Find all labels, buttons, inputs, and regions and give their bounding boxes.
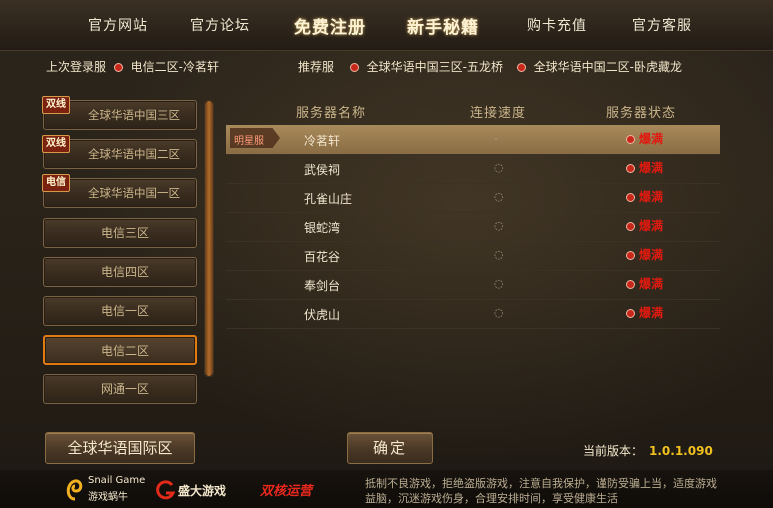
server-group-label: 电信三区 [100,226,149,240]
snail-swirl-icon [66,479,83,501]
server-row[interactable]: 武侯祠 ◌ 爆满 [226,154,720,184]
server-name: 百花谷 [304,250,341,264]
nav-official-site[interactable]: 官方网站 [88,15,148,37]
loading-spinner-icon: ◌ [494,161,504,174]
shanda-text: 盛大游戏 [178,484,227,498]
last-login-server[interactable]: 电信二区-冷茗轩 [131,60,219,74]
top-navigation: 官方网站 官方论坛 免费注册 新手秘籍 购卡充值 官方客服 [0,0,773,51]
loading-spinner-icon: ◌ [494,190,504,203]
line-type-badge: 双线 [42,135,70,153]
server-group-netcom1[interactable]: 网通一区 [43,374,197,404]
server-group-cn3[interactable]: 双线 全球华语中国三区 [42,96,197,130]
loading-spinner-icon: ◌ [494,248,504,261]
server-group-label: 电信二区 [100,344,149,358]
server-group-label: 网通一区 [100,382,149,396]
server-group-telecom2[interactable]: 电信二区 [43,335,197,365]
star-server-badge: 明星服 [234,136,264,147]
server-name: 伏虎山 [304,308,341,322]
nav-customer-service[interactable]: 官方客服 [632,15,692,37]
column-header-speed: 连接速度 [470,106,527,121]
server-list-scrollbar[interactable] [204,100,214,377]
launcher-window: 官方网站 官方论坛 免费注册 新手秘籍 购卡充值 官方客服 上次登录服 电信二区… [0,0,773,508]
loading-spinner-icon: ◌ [494,306,504,319]
status-dot-icon [626,222,635,231]
loading-spinner-icon: ◌ [494,219,504,232]
status-dot-icon [626,309,635,318]
line-type-badge: 双线 [42,96,70,114]
status-dot-icon [626,251,635,260]
server-status: 爆满 [622,246,663,263]
server-group-label: 全球华语中国三区 [88,108,180,122]
server-group-cn1[interactable]: 电信 全球华语中国一区 [42,174,197,208]
server-group-telecom1[interactable]: 电信一区 [43,296,197,326]
radio-dot-icon [349,63,359,72]
server-status: 爆满 [622,275,663,292]
server-name: 冷茗轩 [304,134,341,148]
server-name: 奉剑台 [304,279,341,293]
server-name: 武侯祠 [304,163,341,177]
line-type-badge: 电信 [42,174,70,192]
server-name: 孔雀山庄 [304,192,353,206]
server-name: 银蛇湾 [304,221,341,235]
snail-game-en: Snail Game [88,475,146,486]
server-row[interactable]: 银蛇湾 ◌ 爆满 [226,212,720,242]
version-number: 1.0.1.090 [649,444,713,458]
server-group-label: 电信一区 [100,304,149,318]
status-dot-icon [626,280,635,289]
server-status: 爆满 [622,159,663,176]
status-dot-icon [626,135,635,144]
nav-free-register[interactable]: 免费注册 [294,13,366,38]
status-dot-icon [626,164,635,173]
last-login-label: 上次登录服 [46,60,107,74]
server-status: 爆满 [622,188,663,205]
nav-beginner-guide[interactable]: 新手秘籍 [407,13,479,38]
server-group-cn2[interactable]: 双线 全球华语中国二区 [42,135,197,169]
radio-dot-icon [113,63,123,72]
server-row[interactable]: 百花谷 ◌ 爆满 [226,241,720,271]
loading-spinner-icon: ◌ [494,277,504,290]
server-row[interactable]: 孔雀山庄 ◌ 爆满 [226,183,720,213]
server-status: 爆满 [622,130,663,147]
server-group-label: 电信四区 [100,265,149,279]
nav-card-recharge[interactable]: 购卡充值 [527,15,587,37]
version-label: 当前版本： [583,444,644,458]
server-status: 爆满 [622,217,663,234]
scrollbar-thumb[interactable] [205,101,213,376]
nav-official-forum[interactable]: 官方论坛 [190,15,250,37]
server-row[interactable]: 明星服 冷茗轩 - 爆满 [226,125,720,155]
server-group-telecom3[interactable]: 电信三区 [43,218,197,248]
shanda-logo: 盛大游戏 [156,478,248,502]
last-login-info: 上次登录服 电信二区-冷茗轩 [46,58,219,75]
server-row[interactable]: 奉剑台 ◌ 爆满 [226,270,720,300]
recommend-info: 推荐服 全球华语中国三区-五龙桥 全球华语中国二区-卧虎藏龙 [298,58,682,75]
recommend-server-1[interactable]: 全球华语中国三区-五龙桥 [367,60,503,74]
snail-game-cn: 游戏蜗牛 [88,492,128,503]
server-status: 爆满 [622,304,663,321]
health-notice: 抵制不良游戏，拒绝盗版游戏，注意自我保护，谨防受骗上当，适度游戏益脑，沉迷游戏伤… [365,477,717,505]
status-dot-icon [626,193,635,202]
server-group-label: 全球华语中国一区 [88,186,180,200]
recommend-label: 推荐服 [298,60,335,74]
connection-speed: - [494,132,498,145]
shanda-g-icon [156,480,176,500]
server-table: 服务器名称 连接速度 服务器状态 明星服 冷茗轩 - 爆满 武侯祠 ◌ 爆满 孔… [226,95,720,425]
confirm-button[interactable]: 确定 [347,432,433,464]
snail-game-logo: Snail Game 游戏蜗牛 [64,473,146,503]
radio-dot-icon [516,63,526,72]
server-table-header: 服务器名称 连接速度 服务器状态 [226,95,720,123]
server-group-telecom4[interactable]: 电信四区 [43,257,197,287]
international-zone-button[interactable]: 全球华语国际区 [45,432,195,464]
server-group-list: 双线 全球华语中国三区 双线 全球华语中国二区 电信 全球华语中国一区 电信三区… [40,96,200,410]
version-info: 当前版本： 1.0.1.090 [583,442,713,459]
recommend-server-2[interactable]: 全球华语中国二区-卧虎藏龙 [534,60,682,74]
column-header-name: 服务器名称 [296,106,367,121]
server-row[interactable]: 伏虎山 ◌ 爆满 [226,299,720,329]
column-header-status: 服务器状态 [606,106,677,121]
server-group-label: 全球华语中国二区 [88,147,180,161]
dual-core-logo: 双核运营 [260,484,313,499]
